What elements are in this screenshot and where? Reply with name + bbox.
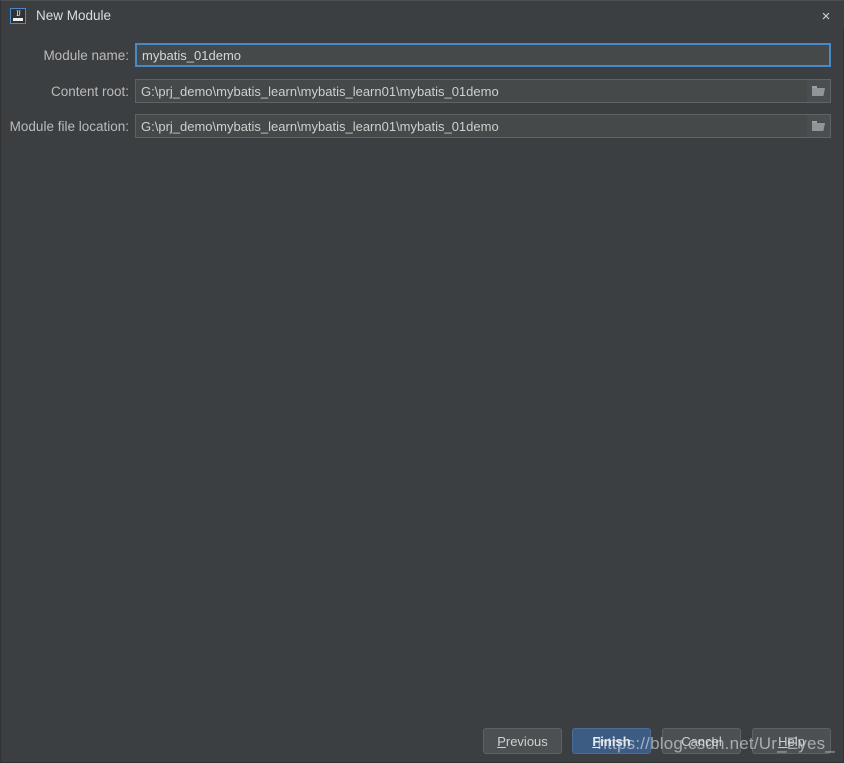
module-name-input[interactable]: mybatis_01demo (135, 43, 831, 67)
help-button-mnemonic: H (778, 733, 788, 749)
module-file-location-browse-button[interactable] (807, 114, 831, 138)
module-file-location-label: Module file location: (9, 118, 129, 134)
previous-button-mnemonic: P (497, 733, 506, 749)
previous-button[interactable]: Previous (483, 728, 562, 754)
intellij-idea-icon: IJ (10, 7, 26, 24)
module-file-location-input[interactable]: G:\prj_demo\mybatis_learn\mybatis_learn0… (135, 114, 831, 138)
intellij-idea-icon-bar (13, 17, 23, 21)
help-button[interactable]: Help (752, 728, 831, 754)
titlebar: IJ New Module × (1, 1, 844, 30)
form-row-module-file-location: Module file location: G:\prj_demo\mybati… (1, 114, 844, 138)
close-icon[interactable]: × (811, 3, 841, 29)
help-button-label: elp (787, 733, 805, 749)
window-title: New Module (36, 8, 112, 23)
finish-button-mnemonic: F (592, 733, 601, 749)
finish-button[interactable]: Finish (572, 728, 651, 754)
cancel-button-label: Cancel (681, 733, 722, 749)
module-name-label: Module name: (43, 47, 129, 63)
module-name-field-wrap: mybatis_01demo (135, 43, 831, 67)
form-row-module-name: Module name: mybatis_01demo (1, 43, 844, 67)
dialog-button-bar: Previous Finish Cancel Help (1, 728, 844, 756)
content-root-browse-button[interactable] (807, 79, 831, 103)
folder-icon (812, 121, 825, 131)
content-root-input[interactable]: G:\prj_demo\mybatis_learn\mybatis_learn0… (135, 79, 831, 103)
content-root-field-wrap: G:\prj_demo\mybatis_learn\mybatis_learn0… (135, 79, 831, 103)
finish-button-label: inish (600, 733, 631, 749)
folder-icon (812, 86, 825, 96)
intellij-idea-icon-letters: IJ (16, 8, 21, 18)
form-row-content-root: Content root: G:\prj_demo\mybatis_learn\… (1, 79, 844, 103)
new-module-dialog: IJ New Module × Module name: mybatis_01d… (0, 0, 844, 763)
previous-button-label: revious (505, 733, 548, 749)
cancel-button[interactable]: Cancel (662, 728, 741, 754)
content-root-label: Content root: (50, 83, 129, 99)
module-file-location-field-wrap: G:\prj_demo\mybatis_learn\mybatis_learn0… (135, 114, 831, 138)
